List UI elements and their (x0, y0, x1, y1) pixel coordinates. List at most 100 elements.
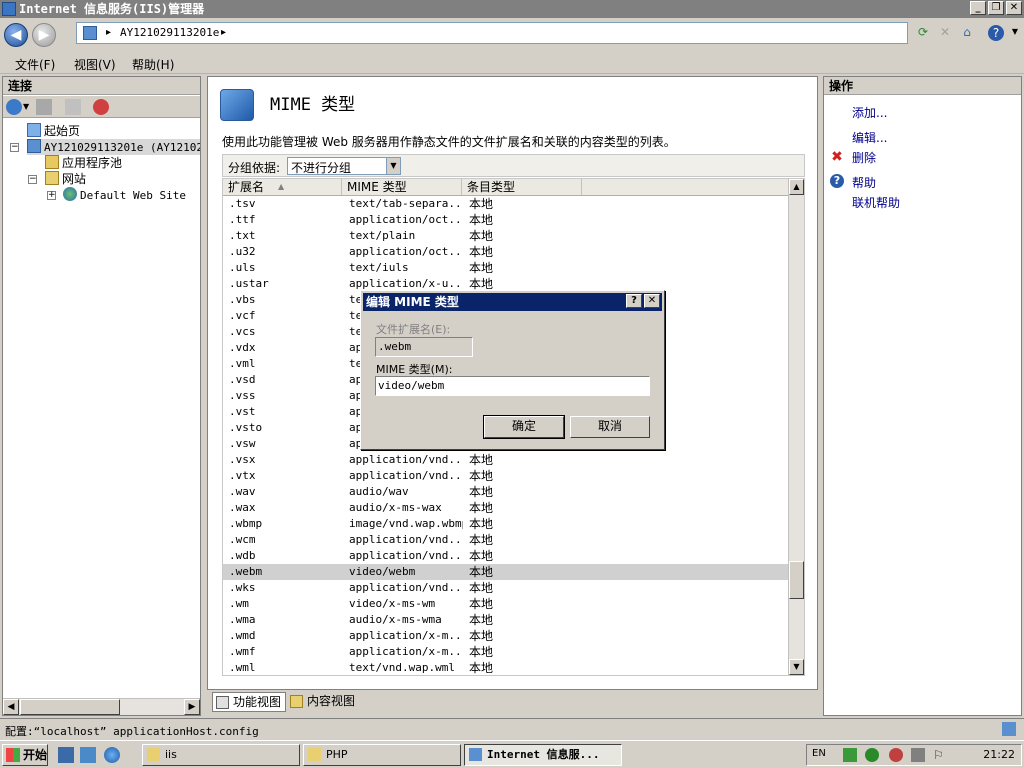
table-row[interactable]: .wmf application/x-m... 本地 (223, 644, 789, 660)
start-button[interactable]: 开始 (2, 744, 48, 766)
table-row[interactable]: .u32 application/oct... 本地 (223, 244, 789, 260)
table-row[interactable]: .wma audio/x-ms-wma 本地 (223, 612, 789, 628)
tree-item-default-web-site[interactable]: Default Web Site (63, 187, 186, 203)
tab-label: 内容视图 (307, 694, 356, 708)
cell-entry-type: 本地 (469, 469, 494, 483)
tree-item-server[interactable]: AY121029113201e (AY1210291 (27, 139, 200, 155)
action-edit[interactable]: 编辑... (852, 129, 887, 146)
action-help[interactable]: 帮助 (852, 174, 876, 191)
table-row[interactable]: .wm video/x-ms-wm 本地 (223, 596, 789, 612)
close-button[interactable]: ✕ (1006, 1, 1022, 15)
dialog-title-bar[interactable]: 编辑 MIME 类型 ? ✕ (363, 293, 662, 311)
dialog-help-button[interactable]: ? (626, 294, 642, 308)
up-icon[interactable] (65, 99, 81, 115)
table-row[interactable]: .uls text/iuls 本地 (223, 260, 789, 276)
address-bar[interactable]: ▸ AY121029113201e ▸ (76, 22, 908, 44)
volume-muted-icon[interactable] (889, 748, 903, 762)
cancel-button[interactable]: 取消 (570, 416, 650, 438)
flag-icon[interactable]: ⚐ (933, 748, 947, 762)
scroll-up-icon[interactable]: ▲ (789, 179, 804, 195)
breadcrumb-server[interactable]: AY121029113201e (120, 25, 219, 41)
help-icon[interactable]: ? (988, 25, 1004, 41)
menu-help[interactable]: 帮助(H) (132, 56, 174, 73)
home-icon[interactable]: ⌂ (958, 24, 976, 42)
status-text: 配置:“localhost” applicationHost.config (5, 725, 259, 738)
extension-field: .webm (375, 337, 473, 357)
network-icon[interactable] (911, 748, 925, 762)
column-header-mime-type[interactable]: MIME 类型 (342, 179, 462, 195)
table-row[interactable]: .wbmp image/vnd.wap.wbmp 本地 (223, 516, 789, 532)
table-row[interactable]: .vsx application/vnd... 本地 (223, 452, 789, 468)
window-title-bar[interactable]: Internet 信息服务(IIS)管理器 _ ❐ ✕ (0, 0, 1024, 18)
scroll-thumb[interactable] (789, 561, 804, 599)
disconnect-icon[interactable] (93, 99, 109, 115)
table-row[interactable]: .wml text/vnd.wap.wml 本地 (223, 660, 789, 675)
action-delete[interactable]: 删除 (852, 149, 876, 166)
connections-hscrollbar[interactable]: ◀ ▶ (3, 698, 200, 715)
tab-features-view[interactable]: 功能视图 (212, 692, 287, 712)
expand-icon[interactable]: + (47, 191, 56, 200)
collapse-icon[interactable]: − (10, 143, 19, 152)
table-row[interactable]: .wdb application/vnd... 本地 (223, 548, 789, 564)
group-by-bar: 分组依据: 不进行分组 ▼ (222, 154, 805, 177)
collapse-icon[interactable]: − (28, 175, 37, 184)
help-dropdown-icon[interactable]: ▼ (1006, 24, 1024, 42)
refresh-icon[interactable]: ⟳ (914, 24, 932, 42)
action-add[interactable]: 添加... (852, 104, 887, 121)
scroll-right-icon[interactable]: ▶ (184, 699, 200, 715)
taskbar-item-php[interactable]: PHP (303, 744, 461, 766)
update-icon[interactable] (843, 748, 857, 762)
action-online-help[interactable]: 联机帮助 (852, 194, 900, 211)
security-icon[interactable] (865, 748, 879, 762)
tree-label: Default Web Site (80, 189, 186, 202)
language-indicator[interactable]: EN (812, 748, 826, 759)
clock[interactable]: 21:22 (983, 748, 1015, 761)
tree-item-app-pools[interactable]: 应用程序池 (45, 155, 122, 171)
column-header-entry-type[interactable]: 条目类型 (462, 179, 582, 195)
iis-app-icon (469, 748, 482, 761)
connect-icon[interactable] (6, 99, 22, 115)
ok-button[interactable]: 确定 (483, 415, 565, 439)
scroll-thumb[interactable] (20, 699, 120, 715)
group-by-select[interactable]: 不进行分组 ▼ (287, 157, 401, 175)
show-desktop-icon[interactable] (58, 747, 74, 763)
dialog-close-button[interactable]: ✕ (644, 294, 660, 308)
table-row[interactable]: .wav audio/wav 本地 (223, 484, 789, 500)
table-row[interactable]: .wmd application/x-m... 本地 (223, 628, 789, 644)
forward-button[interactable]: ▶ (32, 23, 56, 47)
scroll-down-icon[interactable]: ▼ (789, 659, 804, 675)
system-tray: EN ⚐ 21:22 (806, 744, 1022, 766)
tree-item-sites[interactable]: 网站 (45, 171, 86, 187)
table-row[interactable]: .wax audio/x-ms-wax 本地 (223, 500, 789, 516)
table-row[interactable]: .txt text/plain 本地 (223, 228, 789, 244)
view-tabs: 功能视图 内容视图 (207, 691, 818, 713)
edit-mime-type-dialog: 编辑 MIME 类型 ? ✕ 文件扩展名(E): .webm MIME 类型(M… (360, 290, 665, 450)
stop-icon[interactable]: ✕ (936, 24, 954, 42)
table-row[interactable]: .wks application/vnd... 本地 (223, 580, 789, 596)
table-row[interactable]: .vtx application/vnd... 本地 (223, 468, 789, 484)
save-icon[interactable] (36, 99, 52, 115)
breadcrumb-arrow-icon[interactable]: ▸ (221, 25, 226, 41)
table-row[interactable]: .ttf application/oct... 本地 (223, 212, 789, 228)
taskbar-item-iis[interactable]: iis (142, 744, 300, 766)
cell-mime-type: video/x-ms-wm (349, 597, 436, 610)
chevron-down-icon[interactable]: ▼ (386, 158, 400, 174)
minimize-button[interactable]: _ (970, 1, 986, 15)
list-vscrollbar[interactable]: ▲ ▼ (788, 179, 804, 675)
menu-file[interactable]: 文件(F) (15, 56, 55, 73)
internet-explorer-icon[interactable] (104, 747, 120, 763)
menu-view[interactable]: 视图(V) (74, 56, 116, 73)
back-button[interactable]: ◀ (4, 23, 28, 47)
mime-type-field[interactable]: video/webm (375, 376, 650, 396)
table-row[interactable]: .tsv text/tab-separa... 本地 (223, 196, 789, 212)
table-row[interactable]: .wcm application/vnd... 本地 (223, 532, 789, 548)
server-manager-icon[interactable] (80, 747, 96, 763)
tree-item-start-page[interactable]: 起始页 (27, 123, 80, 139)
breadcrumb-arrow-icon[interactable]: ▸ (106, 25, 111, 41)
taskbar-item-iis-manager[interactable]: Internet 信息服... (464, 744, 622, 766)
tab-content-view[interactable]: 内容视图 (287, 692, 359, 712)
scroll-left-icon[interactable]: ◀ (3, 699, 19, 715)
table-row[interactable]: .webm video/webm 本地 (223, 564, 789, 580)
restore-button[interactable]: ❐ (988, 1, 1004, 15)
cell-mime-type: application/vnd... (349, 549, 463, 562)
